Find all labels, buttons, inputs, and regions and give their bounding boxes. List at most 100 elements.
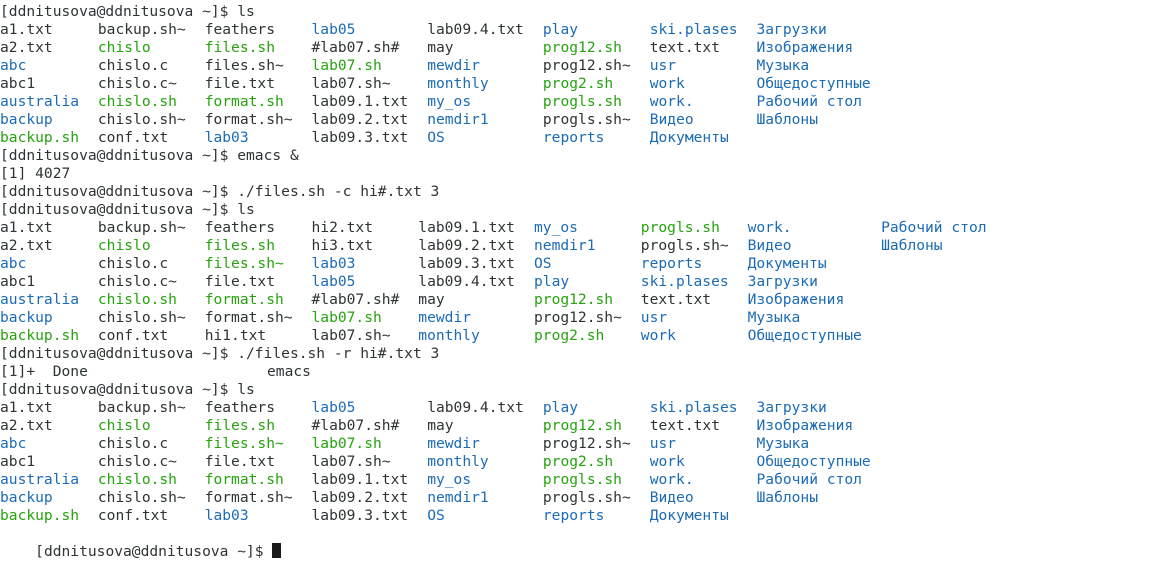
file-entry: a2.txt <box>0 237 53 254</box>
file-entry: lab09.4.txt <box>427 21 524 38</box>
ls-output-row: a1.txt backup.sh~ feathers lab05 lab09.4.txt… <box>0 21 1152 39</box>
file-entry: lab07.sh~ <box>311 75 391 92</box>
file-entry: backup.sh <box>0 327 80 344</box>
file-entry: prog12.sh <box>542 417 622 434</box>
file-entry: abc1 <box>0 273 36 290</box>
file-entry: progls.sh~ <box>542 489 631 506</box>
file-entry: work <box>649 453 685 470</box>
ls-output-row: a1.txt backup.sh~ feathers lab05 lab09.4.txt… <box>0 399 1152 417</box>
ls-output-row: australia chislo.sh format.sh lab09.1.txt my… <box>0 471 1152 489</box>
terminal-text: [ddnitusova@ddnitusova ~]$ ./files.sh -r… <box>0 345 440 362</box>
file-entry: lab09.2.txt <box>311 111 409 128</box>
file-entry: files.sh <box>204 39 275 56</box>
file-entry: hi1.txt <box>204 327 267 344</box>
file-entry: text.txt <box>649 417 720 434</box>
file-entry: reports <box>542 129 605 146</box>
file-entry: backup.sh~ <box>97 219 186 236</box>
file-entry: may <box>418 291 445 308</box>
file-entry: prog12.sh <box>542 39 622 56</box>
file-entry: lab09.3.txt <box>311 129 409 146</box>
terminal-text: [ddnitusova@ddnitusova ~]$ ls <box>0 3 255 20</box>
ls-output-row: australia chislo.sh format.sh #lab07.sh# may… <box>0 291 1152 309</box>
file-entry: lab07.sh~ <box>311 453 391 470</box>
file-entry: chislo <box>97 237 151 254</box>
file-entry: Шаблоны <box>756 111 819 128</box>
ls-output-row: a2.txt chislo files.sh hi3.txt lab09.2.txt ne… <box>0 237 1152 255</box>
file-entry: conf.txt <box>97 327 169 344</box>
file-entry: [1]+ Done <box>0 363 88 380</box>
file-entry: backup.sh <box>0 129 80 146</box>
terminal-input-line[interactable]: [ddnitusova@ddnitusova ~]$ <box>0 525 1152 560</box>
file-entry: OS <box>427 507 445 524</box>
shell-prompt: [ddnitusova@ddnitusova ~]$ <box>35 543 273 560</box>
file-entry: #lab07.sh# <box>311 291 400 308</box>
file-entry: may <box>427 39 454 56</box>
file-entry: australia <box>0 93 80 110</box>
file-entry: nemdir1 <box>534 237 596 254</box>
file-entry: ski.plases <box>640 273 729 290</box>
file-entry: chislo.sh <box>97 291 177 308</box>
file-entry: chislo <box>97 417 151 434</box>
file-entry: Музыка <box>756 435 810 452</box>
file-entry: Загрузки <box>756 399 827 416</box>
file-entry: lab03 <box>204 507 249 524</box>
file-entry: monthly <box>427 453 489 470</box>
file-entry: lab05 <box>311 399 356 416</box>
file-entry: play <box>534 273 570 290</box>
file-entry: prog12.sh~ <box>542 57 631 74</box>
file-entry: hi2.txt <box>311 219 374 236</box>
file-entry: work <box>640 327 676 344</box>
file-entry: may <box>427 417 454 434</box>
file-entry: backup <box>0 309 53 326</box>
file-entry: text.txt <box>640 291 712 308</box>
file-entry: backup.sh <box>0 507 80 524</box>
file-entry: nemdir1 <box>427 111 489 128</box>
file-entry: mewdir <box>427 435 480 452</box>
file-entry: abc1 <box>0 75 36 92</box>
file-entry: lab03 <box>204 129 249 146</box>
file-entry: backup.sh~ <box>97 21 186 38</box>
ls-output-row: australia chislo.sh format.sh lab09.1.txt my… <box>0 93 1152 111</box>
file-entry: chislo <box>97 39 151 56</box>
file-entry: chislo.sh <box>97 93 177 110</box>
file-entry: lab07.sh~ <box>311 327 391 344</box>
ls-output-row: backup chislo.sh~ format.sh~ lab09.2.txt nem… <box>0 111 1152 129</box>
file-entry: prog12.sh <box>534 291 614 308</box>
file-entry: format.sh~ <box>204 489 293 506</box>
file-entry: a1.txt <box>0 399 53 416</box>
file-entry: a1.txt <box>0 219 53 236</box>
file-entry: chislo.c~ <box>97 453 177 470</box>
file-entry: OS <box>427 129 445 146</box>
file-entry: a2.txt <box>0 39 53 56</box>
file-entry: Музыка <box>756 57 810 74</box>
file-entry: Изображения <box>756 417 854 434</box>
file-entry: lab09.1.txt <box>311 93 409 110</box>
file-entry: abc <box>0 57 27 74</box>
file-entry: lab07.sh <box>311 309 382 326</box>
file-entry: lab09.2.txt <box>311 489 409 506</box>
file-entry: chislo.c <box>97 435 169 452</box>
file-entry: lab07.sh <box>311 57 382 74</box>
file-entry: file.txt <box>204 75 275 92</box>
file-entry: reports <box>542 507 605 524</box>
terminal-window[interactable]: [ddnitusova@ddnitusova ~]$ ls a1.txt backu… <box>0 0 1152 560</box>
file-entry: mewdir <box>427 57 480 74</box>
file-entry: lab03 <box>311 255 356 272</box>
file-entry: lab09.2.txt <box>418 237 515 254</box>
file-entry: prog2.sh <box>534 327 605 344</box>
file-entry: mewdir <box>418 309 472 326</box>
file-entry: Документы <box>649 507 729 524</box>
file-entry: monthly <box>418 327 480 344</box>
ls-output-row: a2.txt chislo files.sh #lab07.sh# may prog12.… <box>0 417 1152 435</box>
ls-output-row: backup chislo.sh~ format.sh~ lab07.sh mewdir… <box>0 309 1152 327</box>
ls-output-row: a1.txt backup.sh~ feathers hi2.txt lab09.1.t… <box>0 219 1152 237</box>
file-entry: a1.txt <box>0 21 53 38</box>
text-cursor[interactable] <box>272 543 282 558</box>
ls-output-row: abc chislo.c files.sh~ lab03 lab09.3.txt OS re… <box>0 255 1152 273</box>
file-entry: lab09.1.txt <box>311 471 409 488</box>
ls-output-row: backup chislo.sh~ format.sh~ lab09.2.txt nem… <box>0 489 1152 507</box>
file-entry: Общедоступные <box>756 75 871 92</box>
file-entry: chislo.c <box>97 255 169 272</box>
file-entry: files.sh <box>204 237 275 254</box>
ls-output-row: abc chislo.c files.sh~ lab07.sh mewdir prog12… <box>0 435 1152 453</box>
